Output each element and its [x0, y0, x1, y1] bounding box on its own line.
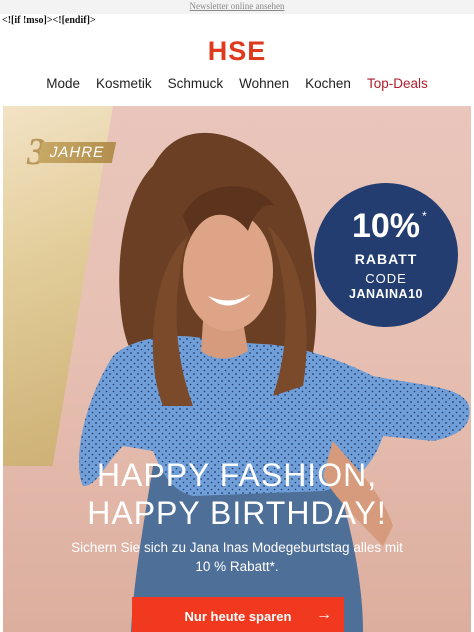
hse-logo[interactable]: HSE [0, 36, 474, 67]
cta-label: Nur heute sparen [184, 608, 292, 624]
headline-line-2: HAPPY BIRTHDAY! [87, 495, 387, 531]
nav-item-kochen[interactable]: Kochen [305, 76, 351, 91]
discount-code-label: CODE [365, 271, 407, 286]
headline-line-1: HAPPY FASHION, [96, 457, 378, 493]
nav-item-schmuck[interactable]: Schmuck [168, 76, 224, 91]
nav-item-kosmetik[interactable]: Kosmetik [96, 76, 152, 91]
hero-subline: Sichern Sie sich zu Jana Inas Modegeburt… [71, 540, 403, 574]
nav-item-wohnen[interactable]: Wohnen [239, 76, 289, 91]
discount-asterisk: * [422, 209, 427, 223]
discount-code-value: JANAINA10 [349, 287, 423, 301]
newsletter-online-link[interactable]: Newsletter online ansehen [0, 0, 474, 12]
discount-percent: 10% [351, 207, 421, 245]
discount-rabatt-label: RABATT [354, 251, 418, 267]
arrow-right-icon: → [316, 606, 332, 623]
discount-circle: 10% * RABATT CODE JANAINA10 [314, 183, 458, 327]
badge-jahre-label: JAHRE [37, 141, 117, 163]
nav-item-top-deals[interactable]: Top-Deals [367, 76, 428, 91]
three-years-badge: 3 JAHRE [27, 130, 117, 174]
nav-item-mode[interactable]: Mode [46, 76, 80, 91]
main-navigation: Mode Kosmetik Schmuck Wohnen Kochen Top-… [0, 76, 474, 91]
hero-headline: HAPPY FASHION, HAPPY BIRTHDAY! [3, 456, 471, 532]
cta-button[interactable]: Nur heute sparen → [132, 597, 344, 632]
mso-conditional-text: <![if !mso]><![endif]> [2, 15, 96, 26]
hero-banner[interactable]: 3 JAHRE 10% * RABATT CODE JANAINA10 HAPP… [3, 106, 471, 632]
